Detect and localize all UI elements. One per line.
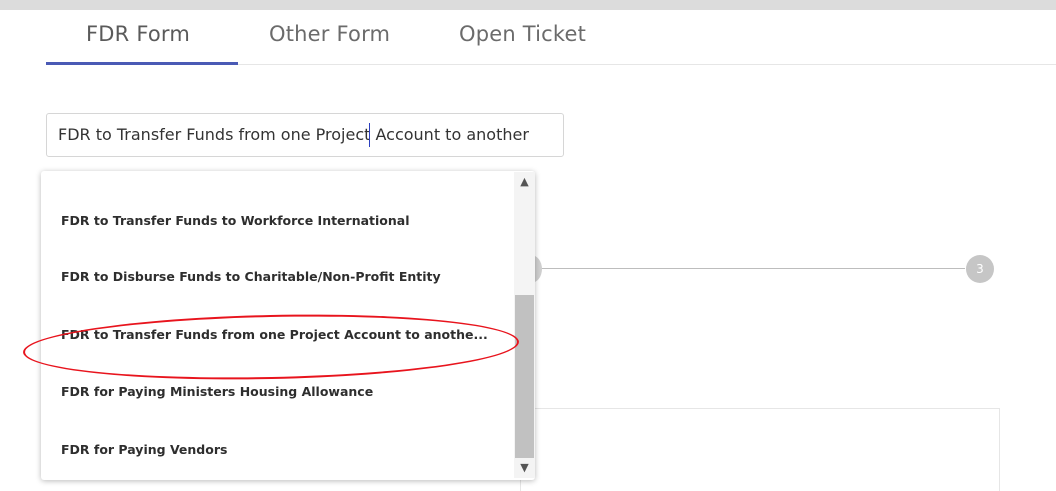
dropdown-scrollbar[interactable]: ▲ ▼ (514, 172, 535, 478)
text-cursor (369, 123, 370, 147)
form-tabs: FDR Form Other Form Open Ticket (46, 10, 1056, 65)
dropdown-option[interactable]: FDR to Transfer Funds to Workforce Inter… (61, 213, 511, 228)
chevron-up-icon[interactable]: ▲ (514, 174, 535, 190)
browser-top-strip (0, 0, 1056, 10)
scrollbar-thumb[interactable] (515, 295, 534, 458)
dropdown-option[interactable]: FDR for Paying Ministers Housing Allowan… (61, 384, 511, 399)
tab-open-ticket[interactable]: Open Ticket (459, 22, 586, 46)
tab-other-form[interactable]: Other Form (269, 22, 390, 46)
tab-fdr-form[interactable]: FDR Form (86, 22, 190, 46)
stepper-connector (535, 268, 965, 269)
dropdown-option[interactable]: FDR to Disburse Funds to Charitable/Non-… (61, 269, 511, 284)
stepper-step-3: 3 (966, 255, 994, 283)
form-type-select-value: FDR to Transfer Funds from one Project A… (58, 125, 529, 144)
dropdown-option[interactable]: FDR for Paying Vendors (61, 442, 511, 457)
active-tab-indicator (46, 62, 238, 65)
form-type-select[interactable]: FDR to Transfer Funds from one Project A… (46, 113, 564, 157)
form-card (520, 408, 1000, 491)
chevron-down-icon[interactable]: ▼ (514, 460, 535, 476)
